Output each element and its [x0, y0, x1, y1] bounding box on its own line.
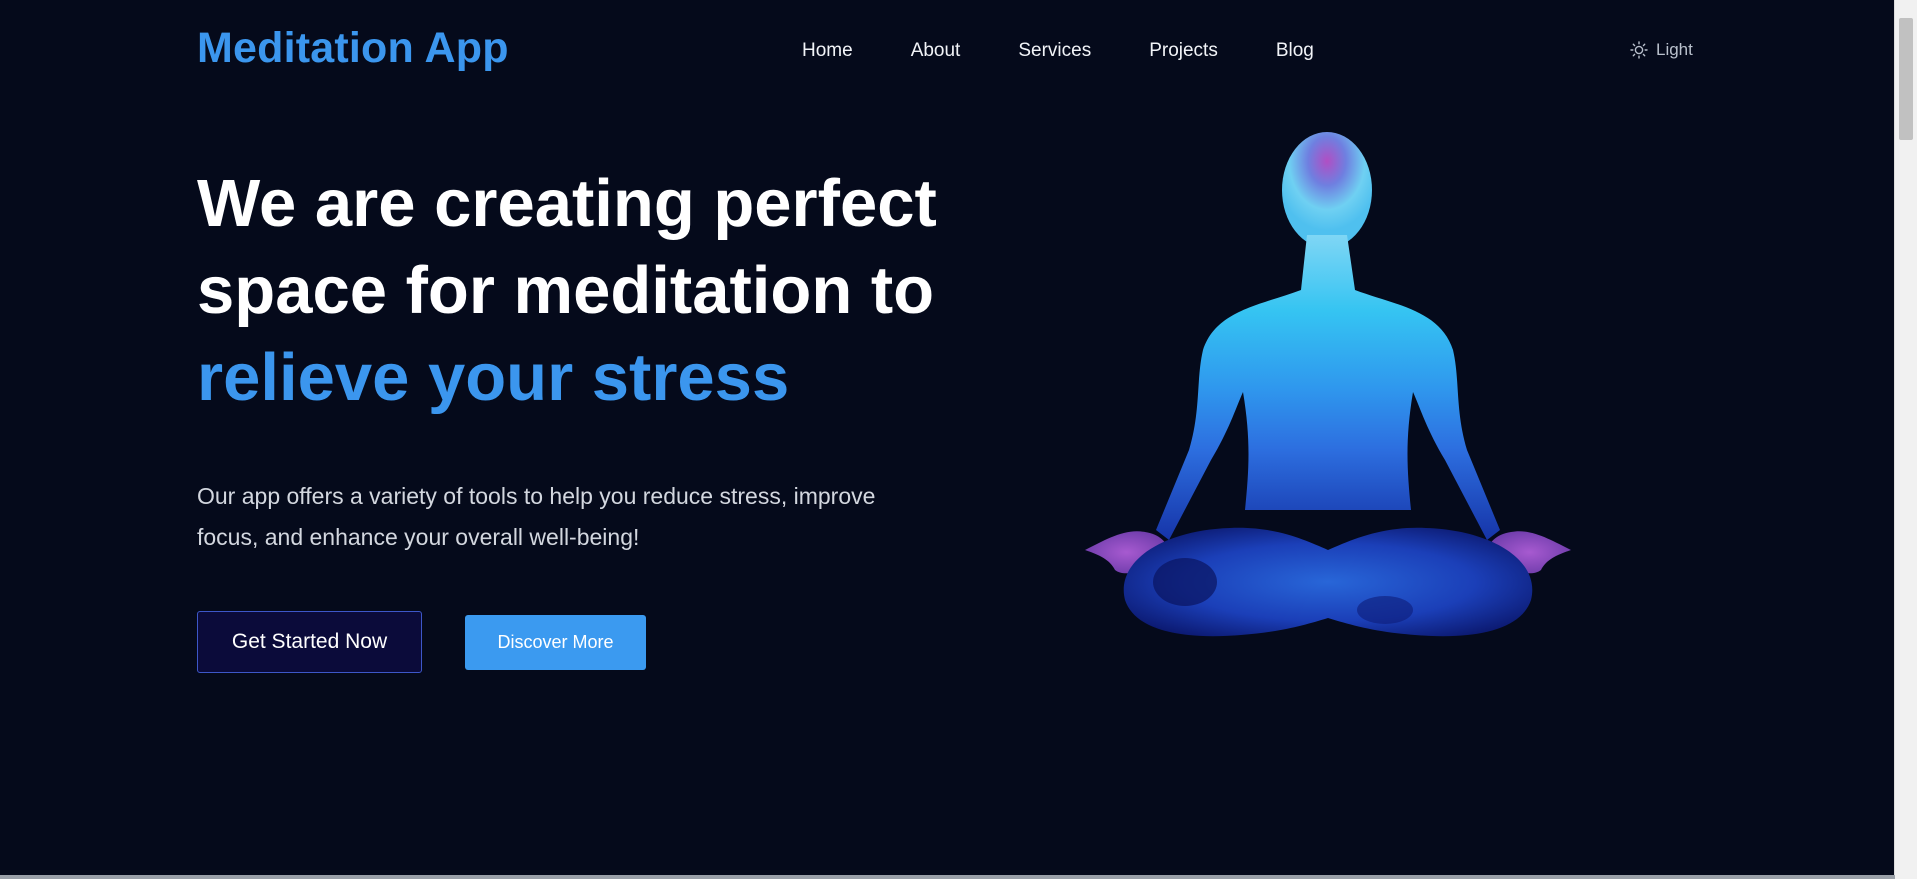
- nav-projects[interactable]: Projects: [1149, 40, 1218, 62]
- nav-services[interactable]: Services: [1018, 40, 1091, 62]
- theme-toggle-label: Light: [1656, 40, 1693, 59]
- headline-accent: relieve your stress: [197, 340, 790, 415]
- figure-torso: [1156, 235, 1500, 540]
- nav-about[interactable]: About: [911, 40, 961, 62]
- meditating-figure-illustration: [1055, 130, 1595, 650]
- logo[interactable]: Meditation App: [197, 24, 509, 73]
- hero-headline: We are creating perfect space for medita…: [197, 160, 957, 421]
- page: Meditation App Home About Services Proje…: [0, 0, 1917, 879]
- headline-line-1: We are creating perfect: [197, 166, 937, 241]
- headline-line-2: space for meditation to: [197, 253, 935, 328]
- nav-blog[interactable]: Blog: [1276, 40, 1314, 62]
- sun-icon: [1630, 41, 1648, 59]
- nav-home[interactable]: Home: [802, 40, 853, 62]
- main-nav: Home About Services Projects Blog: [802, 40, 1372, 62]
- discover-more-button[interactable]: Discover More: [465, 615, 646, 670]
- vertical-scrollbar[interactable]: [1894, 0, 1917, 879]
- theme-toggle[interactable]: Light: [1630, 40, 1693, 60]
- get-started-button[interactable]: Get Started Now: [197, 611, 422, 673]
- hero-subtext: Our app offers a variety of tools to hel…: [197, 483, 876, 550]
- scrollbar-thumb[interactable]: [1899, 18, 1913, 140]
- figure-head: [1282, 132, 1372, 248]
- horizontal-scrollbar[interactable]: [0, 875, 1895, 879]
